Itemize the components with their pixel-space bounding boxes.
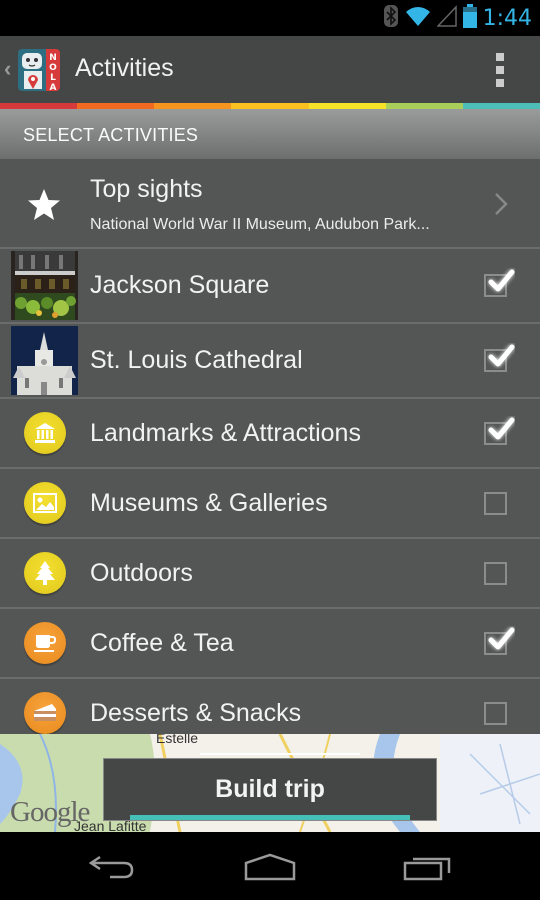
section-header: SELECT ACTIVITIES — [0, 109, 540, 159]
st-louis-cathedral-photo — [11, 326, 78, 395]
top-sights-title: Top sights — [90, 175, 203, 203]
activity-checkbox[interactable] — [484, 562, 507, 585]
section-header-label: SELECT ACTIVITIES — [23, 125, 199, 145]
wifi-icon — [405, 5, 431, 32]
star-icon — [28, 189, 60, 220]
landmark-icon — [24, 412, 66, 454]
cake-icon — [24, 692, 66, 734]
activity-row-museums[interactable]: Museums & Galleries — [0, 469, 540, 539]
build-trip-button[interactable]: Build trip — [103, 758, 437, 821]
checkmark-icon — [488, 269, 515, 292]
map-label-estelle: Estelle — [156, 734, 199, 746]
svg-text:L: L — [50, 73, 56, 83]
activity-label: Museums & Galleries — [90, 489, 328, 517]
build-trip-accent — [130, 815, 410, 820]
checkmark-icon — [488, 344, 515, 367]
battery-icon — [462, 3, 477, 33]
up-caret-icon[interactable]: ‹ — [4, 56, 11, 82]
activity-row-landmarks[interactable]: Landmarks & Attractions — [0, 399, 540, 469]
svg-text:N: N — [49, 53, 57, 63]
chevron-right-icon — [495, 193, 508, 215]
checkmark-icon — [488, 627, 515, 650]
action-bar: ‹ N O L A Activities — [0, 36, 540, 103]
status-time: 1:44 — [482, 5, 532, 31]
back-icon[interactable] — [82, 850, 142, 884]
recent-apps-icon[interactable] — [398, 850, 458, 884]
tree-icon — [24, 552, 66, 594]
activity-checkbox[interactable] — [484, 417, 515, 445]
activity-row-desserts[interactable]: Desserts & Snacks — [0, 679, 540, 734]
activity-row-coffee-tea[interactable]: Coffee & Tea — [0, 609, 540, 679]
coffee-cup-icon — [24, 622, 66, 664]
picture-icon — [24, 482, 66, 524]
bluetooth-icon — [383, 4, 399, 33]
activity-row-jackson-square[interactable]: Jackson Square — [0, 249, 540, 324]
activity-row-outdoors[interactable]: Outdoors — [0, 539, 540, 609]
activity-label: Landmarks & Attractions — [90, 419, 361, 447]
activity-checkbox[interactable] — [484, 269, 515, 297]
page-title: Activities — [75, 54, 174, 82]
activity-label: Jackson Square — [90, 271, 270, 299]
google-attribution: Google — [10, 796, 90, 828]
cell-signal-icon — [435, 4, 457, 32]
home-icon[interactable] — [240, 850, 300, 884]
activity-label: Coffee & Tea — [90, 629, 234, 657]
top-sights-subtitle: National World War II Museum, Audubon Pa… — [90, 216, 430, 233]
activity-list[interactable]: Top sights National World War II Museum,… — [0, 159, 540, 734]
activity-checkbox[interactable] — [484, 702, 507, 725]
activity-label: Outdoors — [90, 559, 193, 587]
activity-label: St. Louis Cathedral — [90, 346, 303, 374]
checkmark-icon — [488, 417, 515, 440]
navigation-bar — [0, 832, 540, 900]
nola-app-logo[interactable]: N O L A — [18, 49, 60, 91]
svg-text:O: O — [49, 63, 57, 73]
top-sights-row[interactable]: Top sights National World War II Museum,… — [0, 159, 540, 249]
overflow-menu-icon[interactable] — [490, 53, 510, 87]
activity-checkbox[interactable] — [484, 492, 507, 515]
activity-label: Desserts & Snacks — [90, 699, 302, 727]
jackson-square-photo — [11, 251, 78, 320]
activity-row-st-louis-cathedral[interactable]: St. Louis Cathedral — [0, 324, 540, 399]
svg-text:A: A — [50, 83, 57, 91]
activity-checkbox[interactable] — [484, 627, 515, 655]
status-bar: 1:44 — [0, 0, 540, 36]
build-trip-label: Build trip — [215, 775, 325, 803]
activity-checkbox[interactable] — [484, 344, 515, 372]
